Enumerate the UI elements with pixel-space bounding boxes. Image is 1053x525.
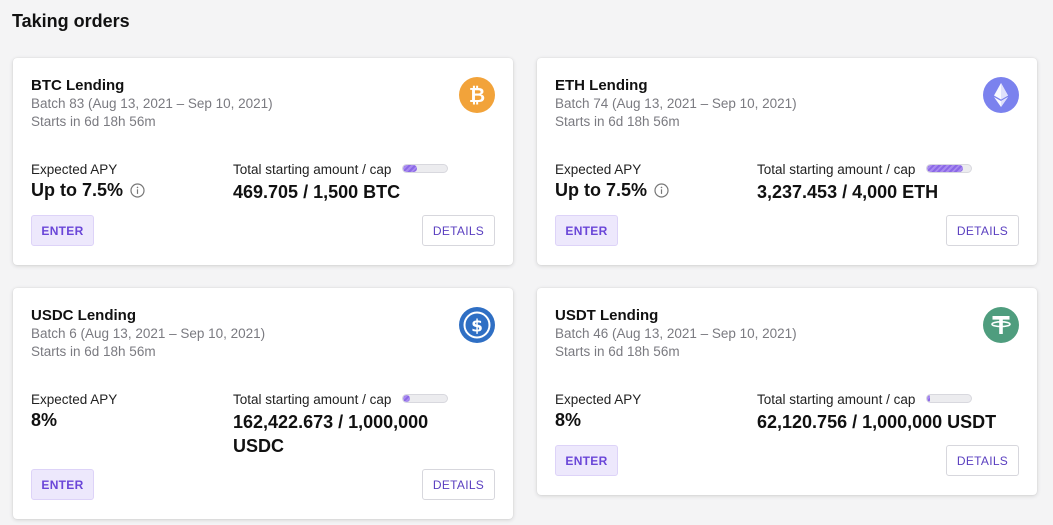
info-icon[interactable] [654,183,669,198]
amount-cap-value: 469.705 / 1,500 BTC [233,182,401,202]
card-title: USDC Lending [31,307,136,324]
apy-value: 8% [31,410,57,431]
ethereum-icon [983,77,1019,113]
card-usdt-lending: USDT Lending Batch 46 (Aug 13, 2021 – Se… [537,288,1037,495]
total-cap-label: Total starting amount / cap [757,392,916,407]
expected-apy-label: Expected APY [31,392,118,407]
progress-bar [402,394,448,403]
progress-bar [926,164,972,173]
expected-apy-label: Expected APY [555,162,642,177]
enter-button[interactable]: ENTER [31,469,94,500]
enter-button[interactable]: ENTER [555,445,618,476]
card-batch: Batch 74 (Aug 13, 2021 – Sep 10, 2021) [555,96,797,111]
details-button[interactable]: DETAILS [422,469,495,500]
details-button[interactable]: DETAILS [422,215,495,246]
expected-apy-label: Expected APY [555,392,642,407]
card-title: USDT Lending [555,307,659,324]
card-starts: Starts in 6d 18h 56m [555,344,680,359]
amount-cap-value: 162,422.673 / 1,000,000 USDC [233,412,429,456]
apy-value: 8% [555,410,581,431]
details-button[interactable]: DETAILS [946,445,1019,476]
card-btc-lending: BTC Lending Batch 83 (Aug 13, 2021 – Sep… [13,58,513,265]
card-batch: Batch 83 (Aug 13, 2021 – Sep 10, 2021) [31,96,273,111]
progress-fill [403,395,411,402]
svg-text:$: $ [471,317,483,337]
apy-value-text: 8% [555,410,582,430]
section-title: Taking orders [12,11,130,31]
card-title: ETH Lending [555,77,648,94]
progress-fill [403,165,417,172]
card-usdc-lending: USDC Lending Batch 6 (Aug 13, 2021 – Sep… [13,288,513,519]
amount-cap-value: 62,120.756 / 1,000,000 USDT [757,412,997,432]
amount-cap-value: 3,237.453 / 4,000 ETH [757,182,939,202]
expected-apy-label: Expected APY [31,162,118,177]
taking-orders-page: Taking orders BTC Lending Batch 83 (Aug … [0,0,1053,525]
total-cap-label: Total starting amount / cap [233,162,392,177]
details-button[interactable]: DETAILS [946,215,1019,246]
card-starts: Starts in 6d 18h 56m [555,114,680,129]
total-cap-label: Total starting amount / cap [233,392,392,407]
enter-button[interactable]: ENTER [555,215,618,246]
progress-bar [926,394,972,403]
apy-value: Up to 7.5% [555,180,669,201]
total-cap-label: Total starting amount / cap [757,162,916,177]
apy-value-text: 8% [31,410,58,430]
card-starts: Starts in 6d 18h 56m [31,114,156,129]
progress-bar [402,164,448,173]
svg-text:₿: ₿ [469,83,485,107]
card-batch: Batch 6 (Aug 13, 2021 – Sep 10, 2021) [31,326,266,341]
apy-value: Up to 7.5% [31,180,145,201]
card-batch: Batch 46 (Aug 13, 2021 – Sep 10, 2021) [555,326,797,341]
card-starts: Starts in 6d 18h 56m [31,344,156,359]
progress-fill [927,395,930,402]
progress-fill [927,165,963,172]
info-icon[interactable] [130,183,145,198]
enter-button[interactable]: ENTER [31,215,94,246]
bitcoin-icon: ₿ [459,77,495,113]
usdc-icon: $ [459,307,495,343]
card-title: BTC Lending [31,77,125,94]
apy-value-text: Up to 7.5% [31,180,124,200]
apy-value-text: Up to 7.5% [555,180,648,200]
card-eth-lending: ETH Lending Batch 74 (Aug 13, 2021 – Sep… [537,58,1037,265]
tether-icon [983,307,1019,343]
